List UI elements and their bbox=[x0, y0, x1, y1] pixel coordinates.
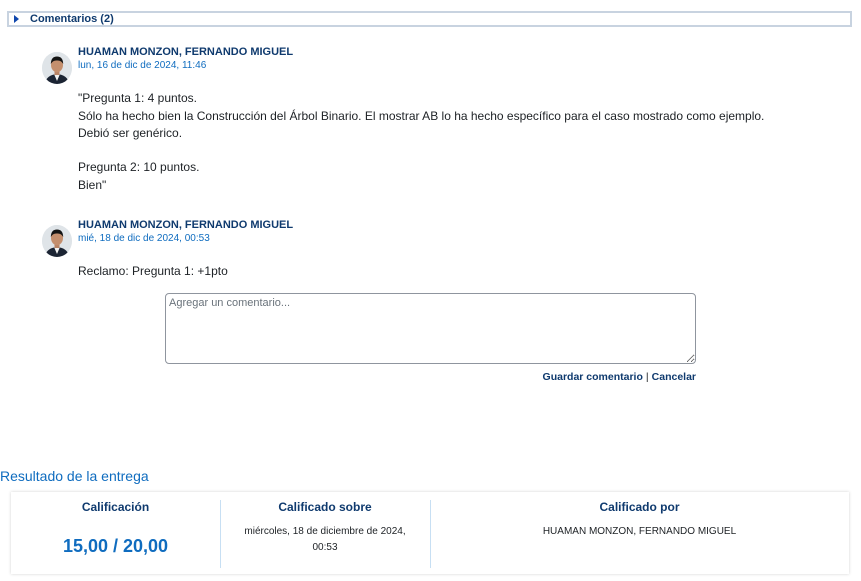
avatar bbox=[42, 52, 72, 84]
comment-text-line: Bien" bbox=[78, 177, 107, 192]
caret-right-icon bbox=[14, 15, 19, 23]
comment-date[interactable]: mié, 18 de dic de 2024, 00:53 bbox=[78, 233, 210, 244]
comment-input[interactable] bbox=[165, 293, 696, 364]
graded-on-column: Calificado sobre miércoles, 18 de diciem… bbox=[220, 492, 430, 574]
actions-separator: | bbox=[645, 371, 649, 383]
comment-author: HUAMAN MONZON, FERNANDO MIGUEL bbox=[78, 46, 294, 58]
graded-by-column: Calificado por HUAMAN MONZON, FERNANDO M… bbox=[430, 492, 849, 574]
comment-text-line: Debió ser genérico. bbox=[78, 126, 183, 140]
comment-text-line: Reclamo: Pregunta 1: +1pto bbox=[78, 264, 228, 278]
graded-on-value: miércoles, 18 de diciembre de 2024, 00:5… bbox=[220, 524, 430, 556]
comments-toggle-label: Comentarios (2) bbox=[30, 13, 114, 25]
grade-label: Calificación bbox=[81, 500, 150, 514]
graded-on-label: Calificado sobre bbox=[278, 500, 372, 514]
result-card: Calificación 15,00 / 20,00 Calificado so… bbox=[11, 492, 849, 574]
comment-text-line: Pregunta 2: 10 puntos. bbox=[78, 160, 200, 174]
graded-by-value: HUAMAN MONZON, FERNANDO MIGUEL bbox=[542, 526, 737, 537]
comment-text-line: "Pregunta 1: 4 puntos. bbox=[78, 91, 198, 105]
grade-column: Calificación 15,00 / 20,00 bbox=[11, 492, 220, 574]
comments-toggle[interactable]: Comentarios (2) bbox=[7, 11, 852, 27]
comment-author: HUAMAN MONZON, FERNANDO MIGUEL bbox=[78, 219, 294, 231]
comment-date[interactable]: lun, 16 de dic de 2024, 11:46 bbox=[78, 60, 206, 71]
comment-actions: Guardar comentario | Cancelar bbox=[543, 371, 696, 383]
graded-on-date: miércoles, 18 de diciembre de 2024, bbox=[244, 526, 406, 537]
save-comment-link[interactable]: Guardar comentario bbox=[543, 371, 643, 383]
section-title: Resultado de la entrega bbox=[0, 468, 149, 484]
graded-by-label: Calificado por bbox=[599, 500, 680, 514]
avatar bbox=[42, 225, 72, 257]
cancel-link[interactable]: Cancelar bbox=[652, 371, 696, 383]
graded-on-time: 00:53 bbox=[312, 542, 338, 553]
comment-text-line: Sólo ha hecho bien la Construcción del Á… bbox=[78, 108, 765, 123]
grade-value: 15,00 / 20,00 bbox=[62, 536, 169, 556]
